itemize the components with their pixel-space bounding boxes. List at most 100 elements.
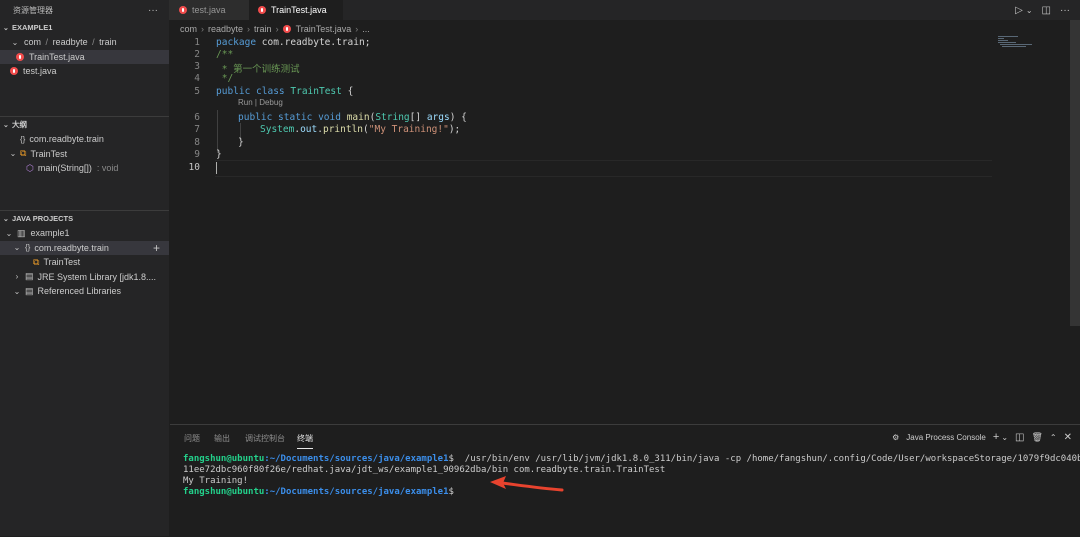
more-actions-icon[interactable]: ··· — [148, 5, 158, 16]
tab-test-java[interactable]: test.java — [169, 0, 249, 20]
code-text: ) { — [449, 112, 467, 123]
explorer-section-header[interactable]: ⌄ EXAMPLE1 — [0, 20, 169, 35]
java-projects-header[interactable]: ⌄ JAVA PROJECTS — [0, 211, 169, 226]
console-icon: ⚙ — [892, 432, 900, 442]
more-actions-icon[interactable]: ··· — [1060, 5, 1070, 16]
java-file-icon — [16, 52, 24, 61]
file-row-test[interactable]: test.java — [0, 64, 169, 79]
keyword: public static void — [238, 112, 341, 123]
java-file-icon — [10, 67, 18, 76]
panel-tab-output[interactable]: 输出 — [214, 433, 230, 444]
code-editor[interactable]: 1 2 3 4 5 6 7 8 9 10 package com.readbyt… — [170, 36, 1000, 416]
run-icon[interactable]: ▷ — [1015, 5, 1023, 16]
line-number: 6 — [194, 112, 200, 123]
close-icon[interactable]: ✕ — [1064, 432, 1072, 443]
code-text: [] — [409, 112, 427, 123]
chevron-down-icon: ⌄ — [13, 286, 21, 296]
keyword: package — [216, 37, 257, 48]
class-label: TrainTest — [43, 257, 81, 268]
outline-class[interactable]: ⌄ ⧉ TrainTest — [0, 147, 169, 162]
chevron-down-icon[interactable]: ⌄ — [1001, 433, 1008, 442]
jre-label: JRE System Library [jdk1.8.... — [37, 271, 157, 282]
breadcrumb-item[interactable]: ... — [362, 24, 370, 34]
variable: args — [426, 112, 450, 123]
breadcrumb-item[interactable]: readbyte — [208, 24, 243, 34]
tab-label: test.java — [192, 5, 226, 15]
editor-actions: ▷ ⌄ ◫ ··· — [1015, 0, 1070, 20]
variable: out — [300, 124, 318, 135]
line-number: 8 — [194, 137, 200, 148]
line-number: 1 — [194, 37, 200, 48]
console-selector[interactable]: Java Process Console — [906, 433, 986, 442]
folder-row[interactable]: ⌄ com / readbyte / train — [0, 35, 169, 50]
code-line: package com.readbyte.train; — [216, 37, 370, 48]
chevron-down-icon: ⌄ — [13, 243, 21, 253]
breadcrumb-item[interactable]: TrainTest.java — [296, 24, 352, 34]
explorer-title: 资源管理器 — [13, 5, 53, 15]
file-row-traintest[interactable]: TrainTest.java — [0, 49, 169, 64]
chevron-right-icon: › — [355, 23, 359, 34]
code-line: System.out.println("My Training!"); — [260, 124, 460, 135]
outline-package[interactable]: {} com.readbyte.train — [0, 132, 169, 147]
chevron-down-icon[interactable]: ⌄ — [1026, 6, 1033, 15]
panel-tab-debug-console[interactable]: 调试控制台 — [245, 433, 285, 444]
panel-tab-problems[interactable]: 问题 — [184, 433, 200, 444]
line-number: 10 — [188, 162, 200, 173]
terminal-command: $ /usr/bin/env /usr/lib/jvm/jdk1.8.0_311… — [448, 454, 1080, 464]
class-icon: ⧉ — [33, 256, 40, 267]
function-name: main — [346, 112, 370, 123]
panel-actions: ⚙ Java Process Console + ⌄ ◫ 🗑 ⌃ ✕ — [892, 431, 1072, 443]
chevron-up-icon[interactable]: ⌃ — [1050, 433, 1057, 442]
minimap[interactable] — [996, 34, 1056, 54]
folder-part: train — [99, 37, 117, 48]
file-label: TrainTest.java — [29, 51, 85, 62]
code-line: } — [216, 149, 222, 160]
terminal-output: My Training! — [183, 476, 249, 486]
terminal-user: fangshun@ubuntu — [183, 487, 265, 497]
package-row[interactable]: ⌄ {} com.readbyte.train + — [0, 240, 169, 255]
breadcrumb-item[interactable]: com — [180, 24, 197, 34]
file-label: test.java — [23, 66, 57, 77]
panel-tab-terminal[interactable]: 终端 — [297, 433, 313, 449]
bottom-panel: 问题 输出 调试控制台 终端 ⚙ Java Process Console + … — [170, 424, 1080, 537]
split-editor-icon[interactable]: ◫ — [1042, 5, 1051, 16]
trash-icon[interactable]: 🗑 — [1031, 432, 1042, 443]
ref-libs-row[interactable]: ⌄ ▤ Referenced Libraries — [0, 284, 169, 299]
run-debug-codelens[interactable]: Run | Debug — [238, 98, 283, 107]
type-name: TrainTest — [290, 86, 342, 97]
class-row[interactable]: ⧉ TrainTest — [0, 255, 169, 270]
code-line: public class TrainTest { — [216, 86, 353, 97]
sidebar: 资源管理器 ··· ⌄ EXAMPLE1 ⌄ com / readbyte / … — [0, 0, 169, 536]
outline-method[interactable]: ⬡ main(String[]) : void — [0, 161, 169, 176]
line-number: 4 — [194, 73, 200, 84]
package-label: com.readbyte.train — [34, 242, 109, 253]
add-terminal-icon[interactable]: + — [993, 431, 999, 443]
terminal-path: :~/Documents/sources/java/example1 — [264, 487, 449, 497]
tab-traintest-java[interactable]: TrainTest.java — [249, 0, 343, 20]
editor-tab-bar: test.java TrainTest.java ▷ ⌄ ◫ ··· — [169, 0, 1080, 20]
jre-row[interactable]: › ▤ JRE System Library [jdk1.8.... — [0, 270, 169, 285]
folder-sep: / — [45, 37, 49, 48]
annotation-arrow-icon — [490, 476, 564, 492]
project-label: example1 — [30, 228, 70, 239]
keyword: public class — [216, 86, 285, 97]
outline-section-header[interactable]: ⌄ 大纲 — [0, 117, 169, 132]
outline-section-label: 大纲 — [12, 120, 27, 129]
folder-part: com — [24, 37, 42, 48]
string-literal: "My Training!" — [368, 124, 449, 135]
add-icon[interactable]: + — [153, 241, 160, 255]
project-row[interactable]: ⌄ ▥ example1 — [0, 226, 169, 241]
vertical-scrollbar[interactable] — [1070, 20, 1080, 326]
outline-class-label: TrainTest — [30, 148, 68, 159]
terminal-prompt[interactable]: fangshun@ubuntu:~/Documents/sources/java… — [183, 487, 454, 497]
method-icon: ⬡ — [26, 162, 34, 173]
folder-label: com / readbyte / train — [24, 37, 117, 47]
line-number: 2 — [194, 49, 200, 60]
terminal-command: 11ee72dbc960f80f26e/redhat.java/jdt_ws/e… — [183, 465, 666, 475]
line-number: 9 — [194, 149, 200, 160]
breadcrumb-item[interactable]: train — [254, 24, 272, 34]
explorer-section-label: EXAMPLE1 — [12, 23, 53, 32]
java-projects-section: ⌄ JAVA PROJECTS ⌄ ▥ example1 ⌄ {} com.re… — [0, 211, 169, 299]
split-terminal-icon[interactable]: ◫ — [1015, 432, 1024, 443]
code-line: public static void main(String[] args) { — [238, 112, 467, 123]
